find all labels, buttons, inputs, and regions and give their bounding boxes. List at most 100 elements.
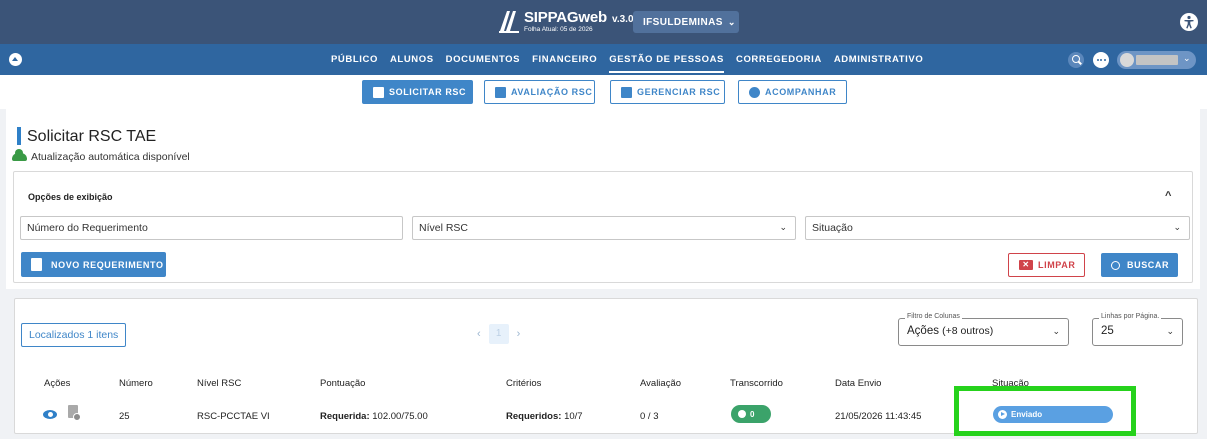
pontuacao-value: 102.00/75.00 xyxy=(372,411,428,422)
chevron-down-icon: ⌄ xyxy=(1166,326,1174,336)
nivel-rsc-select[interactable]: Nível RSC ⌄ xyxy=(412,216,796,240)
app-version: v.3.0 xyxy=(612,14,634,26)
app-logo[interactable]: SIPPAGweb v.3.0 Folha Atual: 05 de 2026 xyxy=(498,6,634,38)
solicitar-rsc-label: SOLICITAR RSC xyxy=(389,87,467,97)
nav-item-publico[interactable]: PÚBLICO xyxy=(331,46,378,73)
options-title: Opções de exibição xyxy=(28,192,113,202)
title-accent xyxy=(17,127,21,145)
chevron-down-icon: ⌄ xyxy=(727,16,736,27)
nav-item-documentos[interactable]: DOCUMENTOS xyxy=(446,46,520,73)
logo-mark-icon xyxy=(498,9,520,35)
nivel-rsc-placeholder: Nível RSC xyxy=(419,222,469,234)
col-header-criterios[interactable]: Critérios xyxy=(506,378,541,389)
auto-update-status: Atualização automática disponível xyxy=(31,151,190,163)
chevron-down-icon: ⌄ xyxy=(779,222,787,232)
chevron-down-icon: ⌄ xyxy=(1183,53,1191,63)
prev-page-icon[interactable]: ‹ xyxy=(477,328,481,340)
pontuacao-label: Requerida: xyxy=(320,411,370,422)
eye-icon[interactable] xyxy=(43,410,57,419)
row-avaliacao: 0 / 3 xyxy=(640,411,659,422)
col-header-numero[interactable]: Número xyxy=(119,378,153,389)
col-header-transcorrido[interactable]: Transcorrido xyxy=(730,378,783,389)
nav-menu: PÚBLICO ALUNOS DOCUMENTOS FINANCEIRO GES… xyxy=(331,44,935,75)
main-navbar: PÚBLICO ALUNOS DOCUMENTOS FINANCEIRO GES… xyxy=(0,44,1207,75)
col-header-pontuacao[interactable]: Pontuação xyxy=(320,378,365,389)
menu-toggle-icon[interactable] xyxy=(9,53,22,66)
document-icon[interactable] xyxy=(68,405,81,421)
acompanhar-label: ACOMPANHAR xyxy=(765,87,837,97)
column-filter-value: Ações xyxy=(907,325,939,337)
row-criterios: Requeridos: 10/7 xyxy=(506,411,583,422)
search-icon xyxy=(1111,260,1120,270)
column-filter-select[interactable]: Filtro de Colunas Ações (+8 outros) ⌄ xyxy=(898,313,1069,346)
column-filter-legend: Filtro de Colunas xyxy=(905,313,962,320)
page-title: Solicitar RSC TAE xyxy=(27,128,157,145)
transcorrido-value: 0 xyxy=(750,409,755,419)
col-header-avaliacao[interactable]: Avaliação xyxy=(640,378,681,389)
institution-name: IFSULDEMINAS xyxy=(643,16,723,28)
request-form-icon xyxy=(373,86,384,98)
timer-icon xyxy=(738,410,746,418)
clear-icon: ✕ xyxy=(1019,260,1033,270)
next-page-icon[interactable]: › xyxy=(517,328,521,340)
user-menu[interactable]: ⌄ xyxy=(1117,51,1196,69)
numero-requerimento-field[interactable]: Número do Requerimento xyxy=(20,216,403,240)
nav-item-financeiro[interactable]: FINANCEIRO xyxy=(532,46,597,73)
results-panel: Localizados 1 itens ‹ 1 › Filtro de Colu… xyxy=(14,298,1198,436)
rows-per-page-legend: Linhas por Página. xyxy=(1099,313,1162,320)
avaliacao-rsc-button[interactable]: AVALIAÇÃO RSC xyxy=(484,80,595,104)
col-header-acoes[interactable]: Ações xyxy=(44,378,70,389)
manage-folder-icon xyxy=(621,86,632,98)
gerenciar-rsc-label: GERENCIAR RSC xyxy=(637,87,721,97)
results-count[interactable]: Localizados 1 itens xyxy=(21,323,126,347)
situacao-placeholder: Situação xyxy=(812,222,853,234)
solicitar-rsc-button[interactable]: SOLICITAR RSC xyxy=(362,80,473,104)
chevron-down-icon: ⌄ xyxy=(1052,326,1060,336)
evaluation-form-icon xyxy=(495,86,506,98)
chat-icon[interactable] xyxy=(1093,52,1109,68)
accessibility-icon[interactable] xyxy=(1180,13,1198,31)
nav-item-administrativo[interactable]: ADMINISTRATIVO xyxy=(834,46,924,73)
search-icon[interactable] xyxy=(1068,52,1084,68)
acompanhar-button[interactable]: ACOMPANHAR xyxy=(738,80,847,104)
criterios-value: 10/7 xyxy=(564,411,583,422)
nav-item-gestao-de-pessoas[interactable]: GESTÃO DE PESSOAS xyxy=(609,46,724,73)
avatar xyxy=(1120,53,1134,67)
logo-name-suffix: web xyxy=(578,9,607,27)
chevron-down-icon: ⌄ xyxy=(1173,222,1181,232)
rsc-subnav: SOLICITAR RSC AVALIAÇÃO RSC GERENCIAR RS… xyxy=(0,75,1207,109)
nav-item-alunos[interactable]: ALUNOS xyxy=(390,46,434,73)
logo-name: SIPPAG xyxy=(524,9,579,27)
limpar-button[interactable]: ✕ LIMPAR xyxy=(1008,253,1085,277)
gerenciar-rsc-button[interactable]: GERENCIAR RSC xyxy=(610,80,725,104)
novo-requerimento-label: NOVO REQUERIMENTO xyxy=(51,259,164,270)
request-panel: Solicitar RSC TAE Atualização automática… xyxy=(6,109,1200,289)
col-header-nivel-rsc[interactable]: Nível RSC xyxy=(197,378,241,389)
play-icon xyxy=(998,410,1007,419)
new-document-icon xyxy=(31,258,42,271)
payroll-label: Folha Atual: 05 de 2026 xyxy=(524,26,593,34)
situacao-select[interactable]: Situação ⌄ xyxy=(805,216,1190,240)
status-label: Enviado xyxy=(1011,410,1043,419)
transcorrido-badge: 0 xyxy=(731,405,771,423)
institution-selector[interactable]: IFSULDEMINAS ⌄ xyxy=(633,11,739,33)
limpar-label: LIMPAR xyxy=(1038,260,1076,270)
buscar-button[interactable]: BUSCAR xyxy=(1101,253,1178,277)
criterios-label: Requeridos: xyxy=(506,411,562,422)
row-pontuacao: Requerida: 102.00/75.00 xyxy=(320,411,428,422)
column-filter-extra: (+8 outros) xyxy=(942,325,994,337)
display-options: Opções de exibição ^ Número do Requerime… xyxy=(13,171,1193,283)
avaliacao-rsc-label: AVALIAÇÃO RSC xyxy=(511,87,593,97)
current-page[interactable]: 1 xyxy=(488,324,509,344)
row-nivel: RSC-PCCTAE VI xyxy=(197,411,270,422)
rows-per-page-select[interactable]: Linhas por Página. 25 ⌄ xyxy=(1092,313,1183,346)
row-numero: 25 xyxy=(119,411,130,422)
col-header-data-envio[interactable]: Data Envio xyxy=(835,378,881,389)
chevron-up-icon[interactable]: ^ xyxy=(1165,190,1171,202)
user-name-redacted xyxy=(1136,55,1178,65)
status-badge[interactable]: Enviado xyxy=(993,406,1113,423)
nav-item-corregedoria[interactable]: CORREGEDORIA xyxy=(736,46,822,73)
rows-per-page-value: 25 xyxy=(1101,325,1114,337)
novo-requerimento-button[interactable]: NOVO REQUERIMENTO xyxy=(21,252,166,277)
row-data-envio: 21/05/2026 11:43:45 xyxy=(835,411,922,422)
